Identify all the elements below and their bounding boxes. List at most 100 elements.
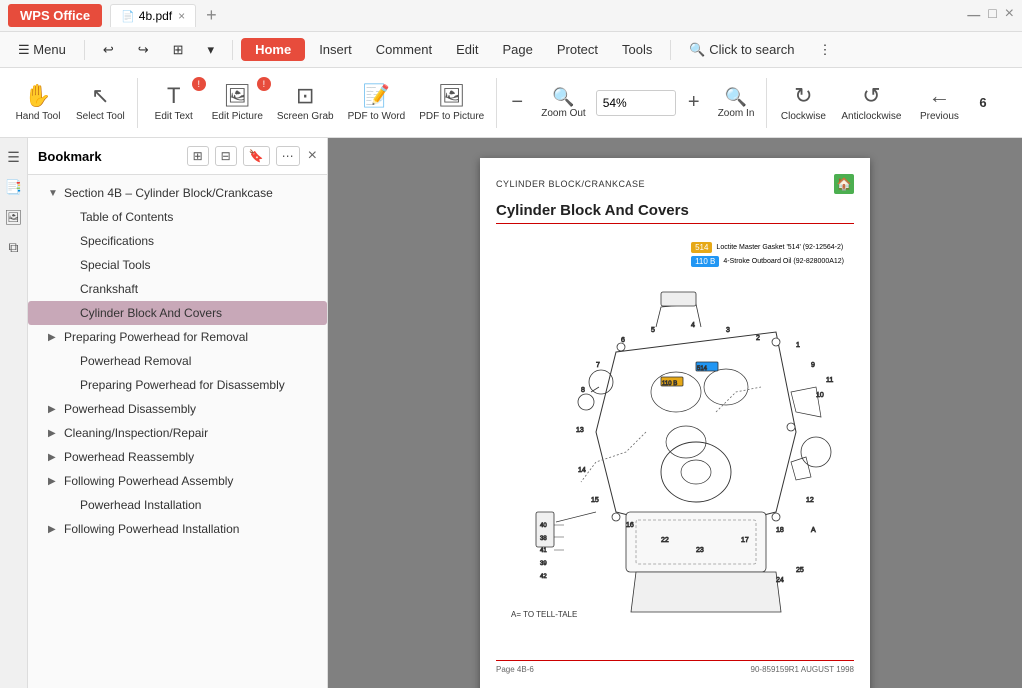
- tree-item-following-assembly[interactable]: ▶ Following Powerhead Assembly: [28, 469, 327, 493]
- menu-screenshot[interactable]: ⊞: [163, 38, 194, 62]
- zoom-out-button[interactable]: −: [503, 89, 531, 117]
- side-icon-layers[interactable]: ⧉: [3, 236, 25, 258]
- svg-text:9: 9: [811, 362, 815, 369]
- anticlockwise-label: Anticlockwise: [841, 111, 901, 122]
- zoom-out-label: Zoom Out: [541, 108, 585, 119]
- menu-undo[interactable]: ↩: [93, 38, 124, 62]
- menu-search[interactable]: 🔍 Click to search: [679, 38, 804, 62]
- close-button[interactable]: ×: [1005, 5, 1014, 26]
- tree-item-following-installation[interactable]: ▶ Following Powerhead Installation: [28, 517, 327, 541]
- clockwise-button[interactable]: ↻ Clockwise: [773, 79, 833, 126]
- bookmark-close-button[interactable]: ×: [308, 147, 317, 165]
- tree-label-cylinder: Cylinder Block And Covers: [80, 306, 222, 320]
- toolbar-separator3: [766, 78, 767, 128]
- engine-diagram-svg: 9 11 10 1 2 3 4 5 6 7 8 13 14 15: [496, 232, 836, 622]
- pdf-to-picture-button[interactable]: 🖼 PDF to Picture: [413, 79, 490, 126]
- close-tab-button[interactable]: ×: [178, 9, 185, 23]
- minimize-button[interactable]: ─: [967, 5, 980, 26]
- pdf-tab[interactable]: 📄 4b.pdf ×: [110, 4, 196, 27]
- menu-redo[interactable]: ↪: [128, 38, 159, 62]
- svg-text:42: 42: [540, 574, 547, 580]
- home-button[interactable]: Home: [241, 38, 305, 61]
- edit-picture-button[interactable]: 🖼 ! Edit Picture: [206, 79, 269, 126]
- zoom-in-button[interactable]: +: [680, 89, 708, 117]
- pdf-title: Cylinder Block And Covers: [496, 202, 854, 224]
- clockwise-label: Clockwise: [781, 111, 826, 122]
- menu-comment[interactable]: Comment: [366, 38, 442, 61]
- svg-text:6: 6: [621, 337, 625, 344]
- edit-picture-icon: 🖼: [223, 83, 251, 109]
- bookmark-add[interactable]: 🔖: [243, 146, 270, 166]
- tree-item-cleaning[interactable]: ▶ Cleaning/Inspection/Repair: [28, 421, 327, 445]
- hand-tool-button[interactable]: ✋ Hand Tool: [8, 79, 68, 126]
- zoom-input[interactable]: [596, 90, 676, 116]
- svg-text:24: 24: [776, 577, 784, 584]
- main-area: ☰ 📑 🖼 ⧉ Bookmark ⊞ ⊟ 🔖 ⋯ × ▼ Section 4B …: [0, 138, 1022, 688]
- menu-bar: ☰ Menu ↩ ↪ ⊞ ▾ Home Insert Comment Edit …: [0, 32, 1022, 68]
- menu-protect[interactable]: Protect: [547, 38, 608, 61]
- menu-tools[interactable]: Tools: [612, 38, 662, 61]
- tree-label-prep-removal: Preparing Powerhead for Removal: [64, 330, 248, 344]
- zoom-in-group: 🔍 Zoom In: [712, 83, 761, 123]
- menu-button[interactable]: ☰ Menu: [8, 38, 76, 62]
- pdf-home-icon: 🏠: [834, 174, 854, 194]
- tree-item-toc[interactable]: Table of Contents: [28, 205, 327, 229]
- menu-insert[interactable]: Insert: [309, 38, 362, 61]
- bookmark-expand-all[interactable]: ⊞: [187, 146, 209, 166]
- svg-text:12: 12: [806, 497, 814, 504]
- tree-item-prep-removal[interactable]: ▶ Preparing Powerhead for Removal: [28, 325, 327, 349]
- svg-text:38: 38: [540, 536, 547, 542]
- select-tool-label: Select Tool: [76, 111, 125, 122]
- bookmark-collapse-all[interactable]: ⊟: [215, 146, 237, 166]
- pdf-section-label: CYLINDER BLOCK/CRANKCASE: [496, 179, 645, 189]
- tree-item-prep-disassembly[interactable]: Preparing Powerhead for Disassembly: [28, 373, 327, 397]
- svg-text:4: 4: [691, 322, 695, 329]
- screen-grab-button[interactable]: ⊡ Screen Grab: [271, 79, 340, 126]
- pdf-diagram: 514 Loctite Master Gasket '514' (92-1256…: [496, 232, 854, 652]
- tree-item-cylinder-block[interactable]: Cylinder Block And Covers: [28, 301, 327, 325]
- svg-text:514: 514: [697, 366, 708, 372]
- tree-item-powerhead-removal[interactable]: Powerhead Removal: [28, 349, 327, 373]
- tree-item-installation[interactable]: Powerhead Installation: [28, 493, 327, 517]
- side-icon-bookmark[interactable]: 📑: [3, 176, 25, 198]
- tree-item-disassembly[interactable]: ▶ Powerhead Disassembly: [28, 397, 327, 421]
- bookmark-header: Bookmark ⊞ ⊟ 🔖 ⋯ ×: [28, 138, 327, 175]
- previous-button[interactable]: ← Previous: [909, 79, 969, 126]
- toolbar-separator2: [496, 78, 497, 128]
- tree-label-section4b: Section 4B – Cylinder Block/Crankcase: [64, 186, 273, 200]
- bookmark-more[interactable]: ⋯: [276, 146, 300, 166]
- menu-ellipsis[interactable]: ⋮: [808, 38, 841, 62]
- tree-item-special-tools[interactable]: Special Tools: [28, 253, 327, 277]
- pdf-legend: 514 Loctite Master Gasket '514' (92-1256…: [691, 242, 844, 267]
- menu-more[interactable]: ▾: [198, 38, 225, 62]
- menu-edit[interactable]: Edit: [446, 38, 488, 61]
- hamburger-icon: ☰: [18, 42, 30, 57]
- tree-item-specs[interactable]: Specifications: [28, 229, 327, 253]
- pdf-viewer-area[interactable]: CYLINDER BLOCK/CRANKCASE 🏠 Cylinder Bloc…: [328, 138, 1022, 688]
- tree-label-cleaning: Cleaning/Inspection/Repair: [64, 426, 208, 440]
- svg-text:25: 25: [796, 567, 804, 574]
- svg-text:22: 22: [661, 537, 669, 544]
- tree-item-reassembly[interactable]: ▶ Powerhead Reassembly: [28, 445, 327, 469]
- menu-view[interactable]: Page: [492, 38, 542, 61]
- add-tab-button[interactable]: +: [200, 5, 223, 26]
- side-icon-image[interactable]: 🖼: [3, 206, 25, 228]
- tree-arrow-following-installation: ▶: [48, 524, 58, 535]
- svg-text:14: 14: [578, 467, 586, 474]
- svg-text:A: A: [811, 527, 816, 534]
- pdf-to-word-button[interactable]: 📝 PDF to Word: [342, 79, 412, 126]
- pdf-footer: Page 4B-6 90-859159R1 AUGUST 1998: [496, 660, 854, 674]
- tree-label-following-assembly: Following Powerhead Assembly: [64, 474, 233, 488]
- svg-text:17: 17: [741, 537, 749, 544]
- zoom-in-icon: 🔍: [725, 87, 747, 108]
- previous-icon: ←: [928, 83, 950, 109]
- tree-arrow-disassembly: ▶: [48, 404, 58, 415]
- edit-text-button[interactable]: T ! Edit Text: [144, 79, 204, 126]
- select-tool-button[interactable]: ↖ Select Tool: [70, 79, 131, 126]
- side-icon-menu[interactable]: ☰: [3, 146, 25, 168]
- anticlockwise-button[interactable]: ↺ Anticlockwise: [835, 79, 907, 126]
- tree-item-crankshaft[interactable]: Crankshaft: [28, 277, 327, 301]
- tree-item-section4b[interactable]: ▼ Section 4B – Cylinder Block/Crankcase: [28, 181, 327, 205]
- wps-office-button[interactable]: WPS Office: [8, 4, 102, 27]
- maximize-button[interactable]: □: [988, 5, 996, 26]
